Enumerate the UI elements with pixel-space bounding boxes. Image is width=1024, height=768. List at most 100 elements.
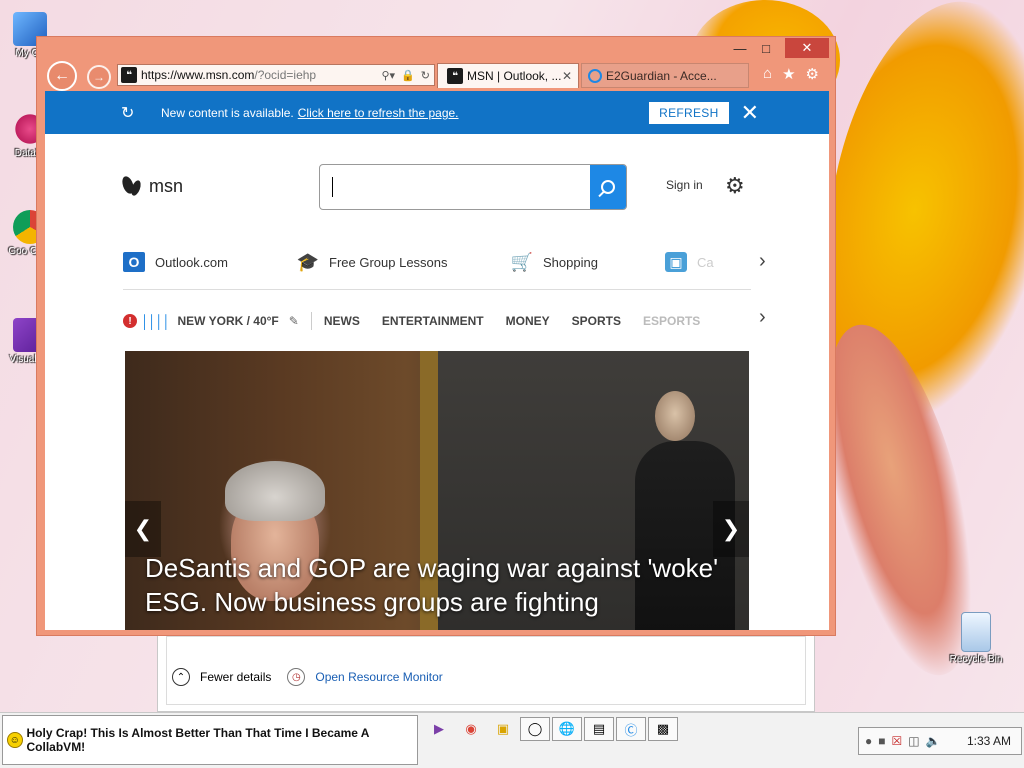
system-tray: ● ■ ☒ ◫ 🔈 1:33 AM	[858, 727, 1022, 755]
collapse-chevron-icon[interactable]: ⌃	[172, 668, 190, 686]
refresh-icon[interactable]: ↻	[421, 69, 430, 82]
chevron-right-icon: ❯	[721, 516, 741, 541]
refresh-icon: ↻	[121, 104, 135, 122]
quick-link-free-group-lessons[interactable]: 🎓 Free Group Lessons	[297, 252, 448, 272]
msn-favicon-icon: ❝	[121, 67, 137, 83]
refresh-page-link[interactable]: Click here to refresh the page.	[298, 106, 459, 120]
quick-link-cars[interactable]: ▣ Ca	[665, 252, 714, 272]
settings-gear-icon[interactable]: ⚙	[725, 173, 745, 199]
forward-button[interactable]: →	[87, 65, 111, 89]
cmd-taskbar-icon[interactable]: ▩	[648, 717, 678, 741]
sign-in-link[interactable]: Sign in	[666, 178, 703, 192]
browser-toolbar: ⌂ ★ ⚙	[763, 65, 819, 83]
outlook-icon: O	[123, 252, 145, 272]
ie-taskbar-icon[interactable]: Ⓒ	[616, 717, 646, 741]
task-manager-footer: ⌃ Fewer details ◷ Open Resource Monitor	[172, 668, 443, 686]
nav-esports[interactable]: ESPORTS	[643, 314, 700, 328]
quick-link-shopping[interactable]: 🛒 Shopping	[511, 252, 598, 272]
msn-logo-text: msn	[149, 175, 184, 196]
quick-link-outlook[interactable]: O Outlook.com	[123, 252, 228, 272]
folder-taskbar-icon[interactable]: ▣	[488, 717, 518, 741]
start-button[interactable]: ☺ Holy Crap! This Is Almost Better Than …	[2, 715, 418, 765]
carousel-next-button[interactable]: ❯	[713, 501, 749, 557]
minimize-button[interactable]: —	[727, 38, 753, 58]
tab-label: E2Guardian - Acce...	[606, 68, 717, 83]
arrow-right-icon: →	[93, 70, 105, 84]
search-icon	[601, 180, 615, 194]
hero-image-person	[225, 461, 325, 521]
quick-link-label: Shopping	[543, 254, 598, 270]
lock-icon[interactable]: 🔒	[401, 69, 415, 82]
back-button[interactable]: ←	[47, 61, 77, 91]
msn-logo[interactable]: msn	[123, 174, 183, 198]
tray-stop-icon[interactable]: ■	[878, 734, 885, 748]
refresh-button[interactable]: REFRESH	[649, 101, 729, 124]
task-manager-window: ⌃ Fewer details ◷ Open Resource Monitor	[157, 628, 815, 712]
address-url: https://www.msn.com/?ocid=iehp	[141, 68, 317, 82]
hero-headline[interactable]: DeSantis and GOP are waging war against …	[145, 551, 735, 619]
home-icon[interactable]: ⌂	[763, 65, 772, 83]
browser-window: — □ ✕ ← → ❝ https://www.msn.com/?ocid=ie…	[36, 36, 836, 636]
resource-monitor-icon: ◷	[287, 668, 306, 686]
address-bar[interactable]: ❝ https://www.msn.com/?ocid=iehp ⚲▾ 🔒 ↻	[117, 64, 435, 86]
start-button-label: Holy Crap! This Is Almost Better Than Th…	[26, 726, 370, 754]
graduation-cap-icon: 🎓	[296, 251, 320, 272]
quick-link-label: Outlook.com	[155, 254, 228, 270]
search-input[interactable]	[319, 164, 627, 210]
tab-label: MSN | Outlook, ...	[467, 69, 562, 83]
msn-page: msn Sign in ⚙ O Outlook.com 🎓 Free Group…	[45, 134, 829, 630]
tray-app-icon[interactable]: ●	[865, 734, 872, 748]
maximize-button[interactable]: □	[753, 38, 779, 58]
fewer-details-link[interactable]: Fewer details	[200, 670, 271, 684]
quick-links-bar: O Outlook.com 🎓 Free Group Lessons 🛒 Sho…	[123, 246, 766, 290]
search-button[interactable]	[590, 165, 626, 209]
weather-alert-icon[interactable]: !	[123, 314, 137, 328]
notification-message: New content is available.	[161, 105, 294, 120]
close-window-button[interactable]: ✕	[785, 38, 829, 58]
nav-sports[interactable]: SPORTS	[572, 314, 621, 328]
gear-icon[interactable]: ⚙	[806, 65, 819, 83]
visual-studio-taskbar-icon[interactable]: ▶	[424, 717, 454, 741]
chevron-right-icon[interactable]: ›	[759, 250, 766, 273]
performance-taskbar-icon[interactable]: ▤	[584, 717, 614, 741]
close-tab-icon[interactable]: ✕	[562, 69, 572, 83]
nav-divider	[310, 312, 312, 330]
arrow-left-icon: ←	[54, 67, 70, 84]
weather-location[interactable]: NEW YORK / 40°F	[178, 314, 279, 328]
network-taskbar-icon[interactable]: 🌐	[552, 717, 582, 741]
nav-money[interactable]: MONEY	[506, 314, 550, 328]
chevron-left-icon: ❮	[133, 516, 153, 541]
taskbar-clock[interactable]: 1:33 AM	[967, 734, 1011, 748]
desktop-icon-label: Recycle Bin	[949, 654, 1003, 665]
quick-link-label: Ca	[697, 254, 714, 270]
quick-link-label: Free Group Lessons	[329, 254, 448, 270]
nav-entertainment[interactable]: ENTERTAINMENT	[382, 314, 484, 328]
open-resource-monitor-link[interactable]: Open Resource Monitor	[315, 670, 442, 684]
msn-butterfly-icon	[123, 174, 143, 198]
tab-msn[interactable]: ❝ MSN | Outlook, ... ✕	[437, 63, 579, 88]
msn-favicon-icon: ❝	[447, 68, 463, 84]
carousel-prev-button[interactable]: ❮	[125, 501, 161, 557]
star-icon[interactable]: ★	[782, 65, 795, 83]
taskbar-apps: ▶ ◉ ▣ ◯ 🌐 ▤ Ⓒ ▩	[424, 717, 678, 741]
taskbar: ☺ Holy Crap! This Is Almost Better Than …	[0, 712, 1024, 768]
tab-e2guardian[interactable]: E2Guardian - Acce...	[581, 63, 749, 88]
chevron-right-icon[interactable]: ›	[759, 306, 766, 329]
address-bar-icons: ⚲▾ 🔒 ↻	[382, 69, 431, 82]
smiley-icon: ☺	[7, 732, 23, 748]
edit-pencil-icon[interactable]: ✎	[289, 314, 299, 328]
close-notification-icon[interactable]: ✕	[741, 101, 759, 124]
news-nav-bar: ! ││││ NEW YORK / 40°F ✎ NEWS ENTERTAINM…	[123, 306, 751, 336]
text-caret	[332, 177, 333, 197]
network-icon[interactable]: ◫	[908, 734, 919, 748]
hero-carousel[interactable]: ❮ ❯ DeSantis and GOP are waging war agai…	[125, 351, 749, 630]
desktop-icon-recycle-bin[interactable]: Recycle Bin	[944, 612, 1008, 665]
volume-icon[interactable]: 🔈	[926, 734, 941, 748]
app-taskbar-icon[interactable]: ◯	[520, 717, 550, 741]
network-disconnected-icon[interactable]: ☒	[892, 734, 903, 748]
navigation-bar: ← → ❝ https://www.msn.com/?ocid=iehp ⚲▾ …	[43, 61, 829, 91]
search-dropdown-icon[interactable]: ⚲▾	[382, 69, 396, 82]
chrome-taskbar-icon[interactable]: ◉	[456, 717, 486, 741]
nav-news[interactable]: NEWS	[324, 314, 360, 328]
recycle-bin-icon	[961, 612, 991, 652]
